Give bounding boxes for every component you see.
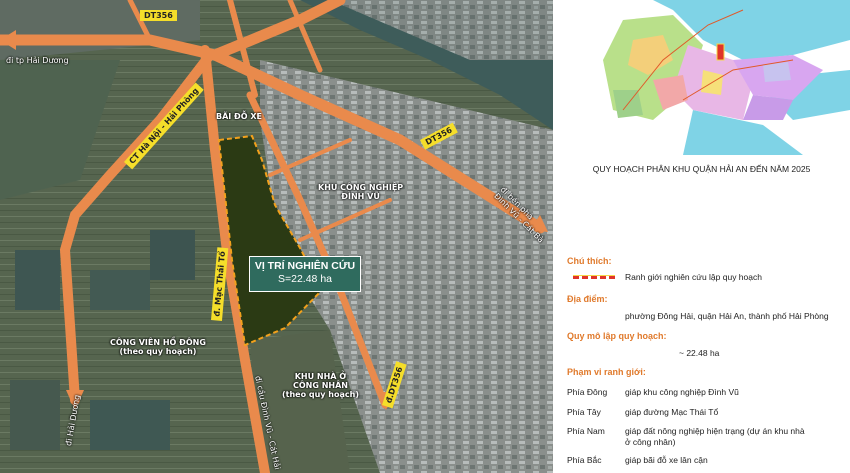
direction-hai-duong-top: đi tp Hải Dương xyxy=(6,56,69,65)
boundary-legend-swatch xyxy=(573,276,615,279)
boundary-desc-north: giáp bãi đỗ xe lân cận xyxy=(625,455,708,465)
boundary-dir-east: Phía Đông xyxy=(567,387,608,397)
boundary-dir-west: Phía Tây xyxy=(567,407,601,417)
map-graphic xyxy=(0,0,553,473)
boundaries-heading: Phạm vi ranh giới: xyxy=(567,367,646,377)
scale-heading: Quy mô lập quy hoạch: xyxy=(567,331,667,341)
legend-item: Ranh giới nghiên cứu lập quy hoạch xyxy=(625,272,762,282)
legend-heading: Chú thích: xyxy=(567,256,612,266)
boundary-dir-south: Phía Nam xyxy=(567,426,605,436)
area-label-housing: KHU NHÀ Ở CÔNG NHÂN (theo quy hoạch) xyxy=(282,372,359,400)
site-map: DT356 DT356 đ.DT356 CT Hà Nội - Hải Phòn… xyxy=(0,0,553,473)
area-label-parking: BÃI ĐỖ XE xyxy=(216,112,262,121)
info-panel: QUY HOẠCH PHÂN KHU QUẬN HẢI AN ĐẾN NĂM 2… xyxy=(553,0,850,473)
boundary-dir-north: Phía Bắc xyxy=(567,455,602,465)
boundary-desc-south: giáp đất nông nghiệp hiện trạng (dự án k… xyxy=(625,426,805,447)
boundary-desc-west: giáp đường Mạc Thái Tổ xyxy=(625,407,719,417)
scale-value: ~ 22.48 ha xyxy=(679,348,720,358)
zoning-inset-graphic xyxy=(593,0,850,155)
inset-title: QUY HOẠCH PHÂN KHU QUẬN HẢI AN ĐẾN NĂM 2… xyxy=(592,164,811,174)
zoning-inset-map xyxy=(593,0,850,155)
study-site-label: VỊ TRÍ NGHIÊN CỨU S=22.48 ha xyxy=(249,256,361,292)
area-label-park: CÔNG VIÊN HỒ ĐÔNG (theo quy hoạch) xyxy=(110,338,206,357)
location-value: phường Đông Hải, quận Hải An, thành phố … xyxy=(625,311,829,321)
boundary-desc-east: giáp khu công nghiệp Đình Vũ xyxy=(625,387,739,397)
study-site-title: VỊ TRÍ NGHIÊN CỨU xyxy=(254,260,356,272)
road-label-dt356-top: DT356 xyxy=(140,10,177,21)
location-heading: Địa điểm: xyxy=(567,294,608,304)
area-label-industrial: KHU CÔNG NGHIỆP ĐÌNH VŨ xyxy=(318,183,404,202)
study-site-area: S=22.48 ha xyxy=(277,273,332,285)
